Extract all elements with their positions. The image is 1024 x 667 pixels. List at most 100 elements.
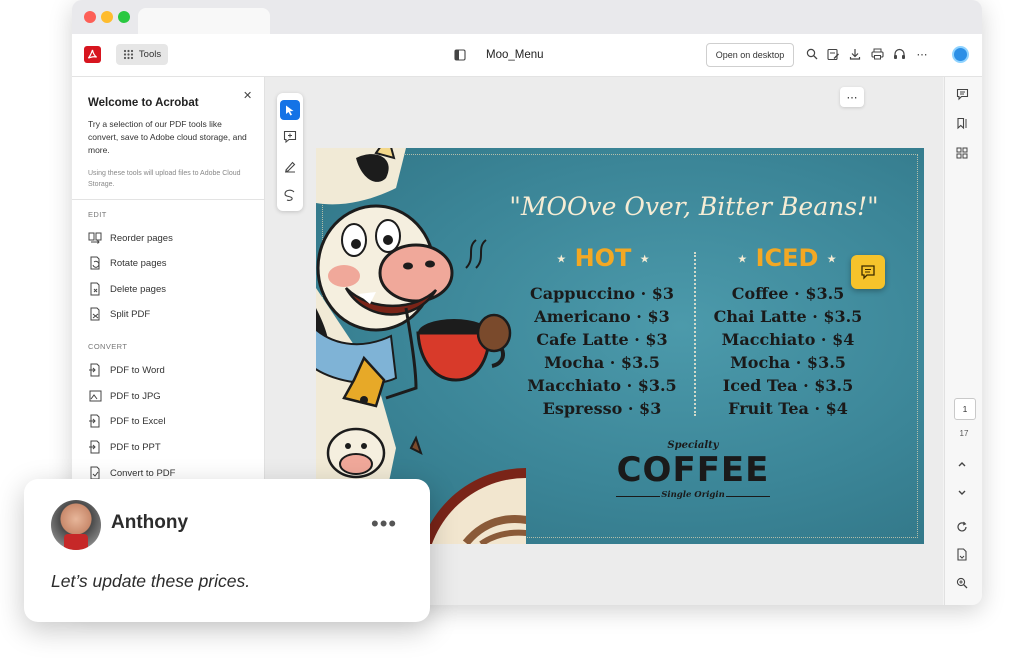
split-pdf-icon xyxy=(90,307,100,321)
tools-label: Tools xyxy=(138,49,162,60)
document-title: Moo_Menu xyxy=(486,49,544,61)
tool-label: Delete pages xyxy=(110,283,166,295)
tool-label: PDF to Excel xyxy=(110,415,166,427)
star-icon: ★ xyxy=(826,252,837,266)
comment-icon[interactable] xyxy=(956,88,972,104)
tool-rotate-pages[interactable]: Rotate pages xyxy=(88,253,167,273)
pdf-to-word-icon xyxy=(89,363,100,377)
star-icon: ★ xyxy=(556,252,567,266)
read-aloud-icon[interactable] xyxy=(892,47,906,61)
welcome-note: Using these tools will upload files to A… xyxy=(88,170,241,188)
tool-label: Reorder pages xyxy=(110,232,173,244)
tool-pdf-to-jpg[interactable]: PDF to JPG xyxy=(88,386,161,406)
menu-item: Americano · $3 xyxy=(534,307,670,326)
print-icon[interactable] xyxy=(870,47,884,61)
zoom-window-button[interactable] xyxy=(118,11,130,23)
tool-pdf-to-excel[interactable]: PDF to Excel xyxy=(88,411,165,431)
app-toolbar: Tools Moo_Menu Open on desktop ⋯ xyxy=(72,34,982,77)
menu-single-origin: Single Origin xyxy=(661,490,725,500)
menu-item: Mocha · $3.5 xyxy=(544,353,660,372)
tools-button[interactable]: Tools xyxy=(116,44,168,65)
comment-card[interactable]: Anthony ••• Let’s update these prices. xyxy=(24,479,430,622)
delete-pages-icon xyxy=(90,282,100,296)
cursor-icon xyxy=(286,105,294,115)
previous-page-icon[interactable] xyxy=(956,457,972,473)
close-window-button[interactable] xyxy=(84,11,96,23)
page-number-input[interactable]: 1 xyxy=(954,398,976,420)
pdf-to-jpg-icon xyxy=(89,390,102,402)
menu-coffee: COFFEE xyxy=(616,450,770,490)
page-total: 17 xyxy=(959,429,969,438)
welcome-title: Welcome to Acrobat xyxy=(88,97,199,109)
tool-label: PDF to Word xyxy=(110,364,165,376)
star-icon: ★ xyxy=(639,252,650,266)
highlight-tool-icon[interactable] xyxy=(283,159,297,173)
tool-reorder-pages[interactable]: Reorder pages xyxy=(88,228,173,248)
star-icon: ★ xyxy=(737,252,748,266)
menu-item: Mocha · $3.5 xyxy=(730,353,846,372)
right-rail: 1 17 xyxy=(944,77,982,605)
menu-item: Chai Latte · $3.5 xyxy=(713,307,863,326)
menu-hot-list: Cappuccino · $3 Americano · $3 Cafe Latt… xyxy=(512,282,692,420)
close-icon[interactable]: ✕ xyxy=(243,89,252,102)
section-label-edit: EDIT xyxy=(88,210,107,219)
fit-page-icon[interactable] xyxy=(956,548,972,564)
zoom-in-icon[interactable] xyxy=(956,576,972,592)
menu-headline: "MOOve Over, Bitter Beans!" xyxy=(509,192,879,221)
menu-heading-hot-text: HOT xyxy=(574,244,632,272)
section-label-convert: CONVERT xyxy=(88,342,128,351)
comment-more-options-icon[interactable]: ••• xyxy=(371,511,397,537)
minimize-window-button[interactable] xyxy=(101,11,113,23)
apps-grid-icon xyxy=(123,49,134,60)
quick-tools-bar xyxy=(277,93,303,211)
bookmark-icon[interactable] xyxy=(956,117,972,133)
menu-rule-right xyxy=(726,496,770,497)
reorder-pages-icon xyxy=(88,232,102,244)
menu-item: Cafe Latte · $3 xyxy=(536,330,668,349)
tool-label: Split PDF xyxy=(110,308,151,320)
comment-tool-icon[interactable] xyxy=(283,130,297,144)
menu-item: Fruit Tea · $4 xyxy=(728,399,848,418)
browser-tab[interactable] xyxy=(138,8,270,34)
menu-item: Macchiato · $4 xyxy=(721,330,855,349)
fill-sign-icon[interactable] xyxy=(826,47,840,61)
menu-item: Iced Tea · $3.5 xyxy=(722,376,854,395)
panel-toggle-icon[interactable] xyxy=(453,48,466,61)
menu-iced-list: Coffee · $3.5 Chai Latte · $3.5 Macchiat… xyxy=(698,282,878,420)
thumbnails-icon[interactable] xyxy=(956,146,972,162)
draw-tool-icon[interactable] xyxy=(283,188,297,202)
tool-delete-pages[interactable]: Delete pages xyxy=(88,279,166,299)
menu-column-divider xyxy=(694,252,696,416)
sticky-note-marker[interactable] xyxy=(851,255,885,289)
next-page-icon[interactable] xyxy=(956,486,972,502)
menu-heading-iced-text: ICED xyxy=(755,244,819,272)
tool-split-pdf[interactable]: Split PDF xyxy=(88,304,150,324)
select-tool-button[interactable] xyxy=(280,100,300,120)
menu-item: Macchiato · $3.5 xyxy=(527,376,677,395)
open-on-desktop-button[interactable]: Open on desktop xyxy=(706,43,794,67)
avatar xyxy=(51,500,101,550)
page-more-options-icon[interactable]: ⋯ xyxy=(840,87,864,107)
tool-pdf-to-ppt[interactable]: PDF to PPT xyxy=(88,437,161,457)
menu-heading-iced: ★ ICED ★ xyxy=(726,244,848,272)
acrobat-logo-icon[interactable] xyxy=(84,46,101,63)
tool-label: PDF to PPT xyxy=(110,441,161,453)
download-icon[interactable] xyxy=(848,47,862,61)
tool-pdf-to-word[interactable]: PDF to Word xyxy=(88,360,165,380)
comment-bubble-icon xyxy=(861,265,875,280)
menu-item: Cappuccino · $3 xyxy=(530,284,674,303)
tool-label: Convert to PDF xyxy=(110,467,176,479)
refresh-icon[interactable] xyxy=(956,520,972,536)
menu-rule-left xyxy=(616,496,660,497)
menu-item: Espresso · $3 xyxy=(542,399,662,418)
search-icon[interactable] xyxy=(805,47,819,61)
comment-author: Anthony xyxy=(111,512,189,533)
avatar[interactable] xyxy=(952,46,969,63)
pdf-to-excel-icon xyxy=(89,414,100,428)
browser-titlebar xyxy=(72,0,982,34)
rotate-pages-icon xyxy=(90,256,100,270)
more-options-icon[interactable]: ⋯ xyxy=(915,47,929,61)
tool-label: PDF to JPG xyxy=(110,390,161,402)
tool-label: Rotate pages xyxy=(110,257,167,269)
convert-to-pdf-icon xyxy=(90,466,100,480)
